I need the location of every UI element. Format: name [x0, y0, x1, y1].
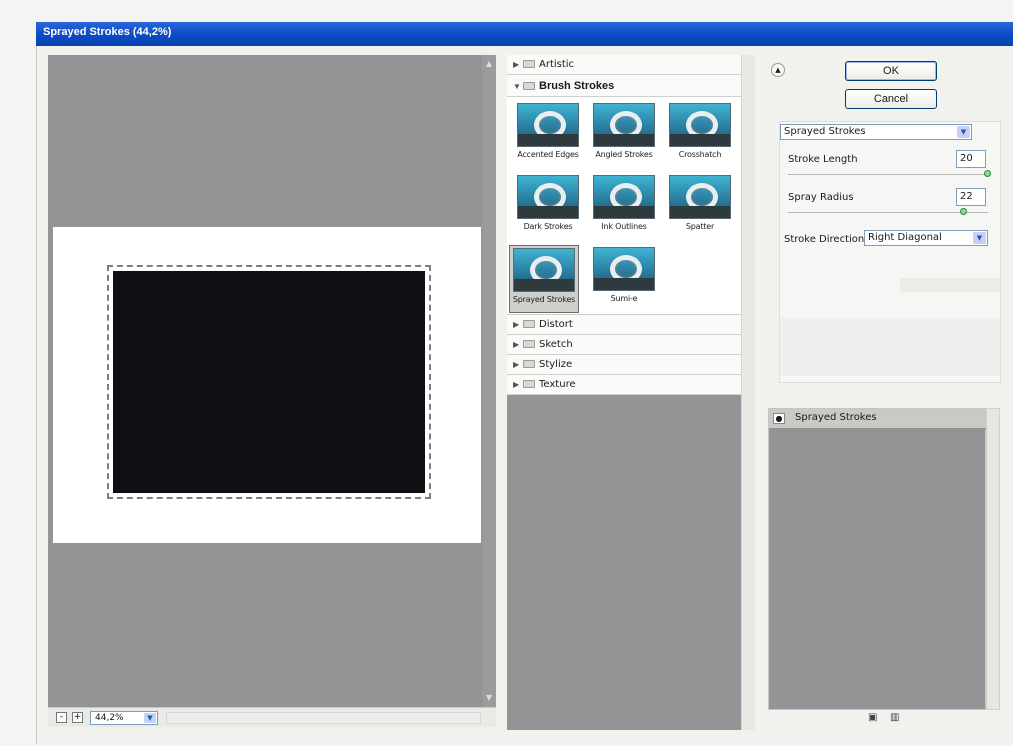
- folder-icon: [523, 320, 535, 328]
- new-effect-layer-icon[interactable]: ▣: [868, 712, 877, 723]
- folder-icon: [523, 380, 535, 388]
- zoom-in-button[interactable]: +: [72, 712, 83, 723]
- filter-preview-thumbnail: [593, 103, 655, 147]
- filter-thumb-crosshatch[interactable]: Crosshatch: [665, 103, 735, 159]
- expand-triangle-icon: ▶: [513, 60, 520, 69]
- effect-layer-row[interactable]: ● Sprayed Strokes: [769, 409, 987, 429]
- filter-preview-thumbnail: [517, 103, 579, 147]
- category-label: Distort: [539, 319, 573, 330]
- filter-preview-thumbnail: [513, 248, 575, 292]
- filter-label: Accented Edges: [517, 150, 579, 159]
- category-label: Sketch: [539, 339, 573, 350]
- filter-select-value: Sprayed Strokes: [784, 126, 866, 137]
- filter-thumb-sprayed-strokes[interactable]: Sprayed Strokes: [509, 245, 579, 313]
- spray-radius-slider-thumb[interactable]: [960, 208, 967, 215]
- filter-gallery: ▶ Artistic ▼ Brush Strokes Accented Edges …: [507, 55, 755, 730]
- folder-icon: [523, 340, 535, 348]
- category-label: Stylize: [539, 359, 573, 370]
- stroke-length-slider[interactable]: [788, 174, 988, 175]
- spray-radius-input[interactable]: 22: [956, 188, 986, 206]
- filter-thumb-dark-strokes[interactable]: Dark Strokes: [513, 175, 583, 231]
- category-label: Texture: [539, 379, 576, 390]
- category-sketch[interactable]: ▶ Sketch: [507, 335, 741, 355]
- filter-label: Sprayed Strokes: [512, 295, 576, 304]
- chevron-down-icon[interactable]: ▼: [144, 713, 156, 723]
- preview-canvas: [53, 227, 481, 543]
- zoom-out-button[interactable]: -: [56, 712, 67, 723]
- window-title: Sprayed Strokes (44,2%): [43, 26, 172, 38]
- cancel-button[interactable]: Cancel: [845, 89, 937, 109]
- eye-icon[interactable]: ●: [773, 413, 785, 424]
- spray-radius-slider[interactable]: [788, 212, 988, 213]
- gallery-scrollbar[interactable]: [741, 55, 755, 730]
- filter-label: Spatter: [685, 222, 715, 231]
- filter-preview-thumbnail: [517, 175, 579, 219]
- stroke-direction-select[interactable]: Right Diagonal ▼: [864, 230, 988, 246]
- filter-thumb-angled-strokes[interactable]: Angled Strokes: [589, 103, 659, 159]
- sprayed-strokes-preview-image: [107, 265, 431, 499]
- scroll-up-icon[interactable]: ▲: [484, 59, 494, 69]
- stroke-length-slider-thumb[interactable]: [984, 170, 991, 177]
- filter-thumb-sumi-e[interactable]: Sumi-e: [589, 247, 659, 303]
- expand-triangle-icon: ▶: [513, 320, 520, 329]
- folder-icon: [523, 82, 535, 90]
- expand-triangle-icon: ▶: [513, 360, 520, 369]
- filter-label: Ink Outlines: [601, 222, 647, 231]
- filter-label: Dark Strokes: [523, 222, 573, 231]
- category-brush-strokes[interactable]: ▼ Brush Strokes: [507, 75, 741, 97]
- filter-thumb-ink-outlines[interactable]: Ink Outlines: [589, 175, 659, 231]
- zoom-value: 44,2%: [95, 713, 124, 723]
- chevron-down-icon[interactable]: ▼: [957, 126, 970, 138]
- zoom-select[interactable]: 44,2% ▼: [90, 711, 158, 725]
- stroke-length-label: Stroke Length: [788, 154, 858, 165]
- ghost-panel-artifact: [780, 318, 1000, 376]
- chevron-down-icon[interactable]: ▼: [973, 232, 986, 244]
- category-label: Brush Strokes: [539, 80, 615, 92]
- effect-layers-panel: ● Sprayed Strokes: [768, 408, 987, 710]
- layers-scrollbar[interactable]: [986, 408, 1000, 710]
- filter-label: Sumi-e: [610, 294, 638, 303]
- preview-horizontal-scrollbar[interactable]: [166, 712, 481, 724]
- filter-preview-thumbnail: [669, 103, 731, 147]
- stroke-direction-value: Right Diagonal: [868, 232, 942, 243]
- brush-strokes-thumbnails: Accented Edges Angled Strokes Crosshatch…: [507, 97, 741, 315]
- category-texture[interactable]: ▶ Texture: [507, 375, 741, 395]
- trash-icon[interactable]: ▥: [890, 712, 899, 723]
- filter-label: Crosshatch: [678, 150, 722, 159]
- filter-thumb-spatter[interactable]: Spatter: [665, 175, 735, 231]
- filter-preview-thumbnail: [669, 175, 731, 219]
- preview-zoom-bar: - + 44,2% ▼: [48, 707, 496, 727]
- filter-settings: Sprayed Strokes ▼ Stroke Length 20 Spray…: [779, 121, 1001, 383]
- ghost-panel-artifact: [900, 278, 1000, 292]
- preview-vertical-scrollbar[interactable]: ▲ ▼: [482, 55, 496, 707]
- filter-thumb-accented-edges[interactable]: Accented Edges: [513, 103, 583, 159]
- filter-label: Angled Strokes: [595, 150, 653, 159]
- category-stylize[interactable]: ▶ Stylize: [507, 355, 741, 375]
- stroke-length-input[interactable]: 20: [956, 150, 986, 168]
- ok-button[interactable]: OK: [845, 61, 937, 81]
- window-title-bar[interactable]: Sprayed Strokes (44,2%): [36, 22, 1013, 46]
- collapse-triangle-icon: ▼: [513, 82, 521, 91]
- category-artistic[interactable]: ▶ Artistic: [507, 55, 741, 75]
- expand-triangle-icon: ▶: [513, 380, 520, 389]
- scroll-down-icon[interactable]: ▼: [484, 693, 494, 703]
- effect-layer-name: Sprayed Strokes: [795, 412, 877, 423]
- folder-icon: [523, 360, 535, 368]
- filter-select[interactable]: Sprayed Strokes ▼: [780, 124, 972, 140]
- stroke-direction-label: Stroke Direction:: [784, 234, 868, 245]
- filter-preview-thumbnail: [593, 247, 655, 291]
- spray-radius-label: Spray Radius: [788, 192, 854, 203]
- category-distort[interactable]: ▶ Distort: [507, 315, 741, 335]
- expand-triangle-icon: ▶: [513, 340, 520, 349]
- filter-preview-thumbnail: [593, 175, 655, 219]
- filter-category-list: ▶ Artistic ▼ Brush Strokes Accented Edges …: [507, 55, 741, 395]
- double-chevron-up-icon[interactable]: ▲: [771, 63, 785, 77]
- folder-icon: [523, 60, 535, 68]
- category-label: Artistic: [539, 59, 575, 70]
